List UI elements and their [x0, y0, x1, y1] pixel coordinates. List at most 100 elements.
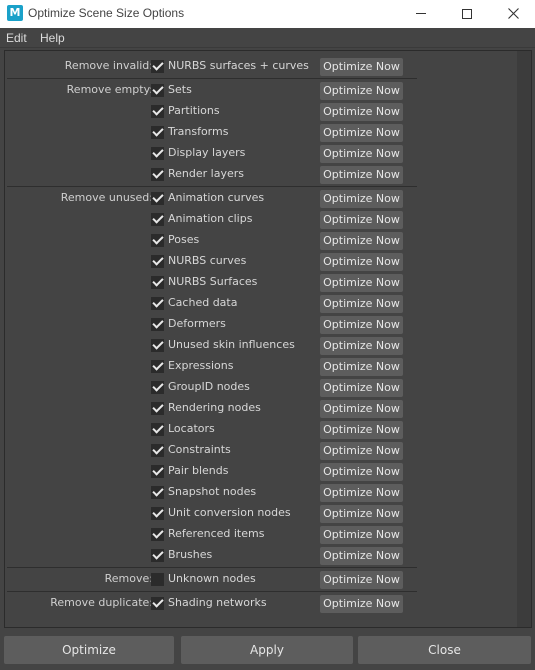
option-label: GroupID nodes [168, 380, 250, 393]
option-label: Partitions [168, 104, 220, 117]
optimize-now-button[interactable]: Optimize Now [320, 358, 403, 376]
maximize-button[interactable] [444, 0, 490, 28]
option-checkbox[interactable] [151, 234, 164, 247]
option-checkbox[interactable] [151, 60, 164, 73]
option-checkbox[interactable] [151, 297, 164, 310]
option-row: Deformers Optimize Now [5, 314, 425, 335]
option-checkbox[interactable] [151, 507, 164, 520]
option-checkbox[interactable] [151, 168, 164, 181]
optimize-now-button[interactable]: Optimize Now [320, 595, 403, 613]
option-checkbox[interactable] [151, 360, 164, 373]
optimize-now-button[interactable]: Optimize Now [320, 421, 403, 439]
option-checkbox[interactable] [151, 444, 164, 457]
optimize-now-button[interactable]: Optimize Now [320, 505, 403, 523]
option-row: NURBS curves Optimize Now [5, 251, 425, 272]
optimize-now-button[interactable]: Optimize Now [320, 571, 403, 589]
option-label: NURBS curves [168, 254, 247, 267]
close-icon [507, 8, 519, 19]
optimize-now-button[interactable]: Optimize Now [320, 274, 403, 292]
optimize-now-button[interactable]: Optimize Now [320, 526, 403, 544]
option-label: Brushes [168, 548, 213, 561]
optimize-now-button[interactable]: Optimize Now [320, 124, 403, 142]
optimize-now-button[interactable]: Optimize Now [320, 547, 403, 565]
optimize-now-button[interactable]: Optimize Now [320, 166, 403, 184]
option-checkbox[interactable] [151, 84, 164, 97]
optimize-now-button[interactable]: Optimize Now [320, 316, 403, 334]
optimize-now-button[interactable]: Optimize Now [320, 463, 403, 481]
close-window-button[interactable] [490, 0, 535, 28]
option-checkbox[interactable] [151, 381, 164, 394]
apply-button[interactable]: Apply [181, 636, 353, 664]
option-label: Animation clips [168, 212, 253, 225]
title-bar: M Optimize Scene Size Options [0, 0, 535, 28]
group-label: Remove invalid: [64, 59, 153, 72]
option-row: Unused skin influences Optimize Now [5, 335, 425, 356]
option-label: Snapshot nodes [168, 485, 257, 498]
option-row: Expressions Optimize Now [5, 356, 425, 377]
optimize-now-button[interactable]: Optimize Now [320, 442, 403, 460]
optimize-now-button[interactable]: Optimize Now [320, 82, 403, 100]
optimize-now-button[interactable]: Optimize Now [320, 232, 403, 250]
optimize-now-button[interactable]: Optimize Now [320, 190, 403, 208]
option-label: Animation curves [168, 191, 265, 204]
optimize-now-button[interactable]: Optimize Now [320, 58, 403, 76]
option-label: Shading networks [168, 596, 267, 609]
option-row: Remove invalid: NURBS surfaces + curves Op… [5, 56, 425, 77]
optimize-now-button[interactable]: Optimize Now [320, 295, 403, 313]
option-label: Referenced items [168, 527, 265, 540]
optimize-now-button[interactable]: Optimize Now [320, 379, 403, 397]
option-row: Snapshot nodes Optimize Now [5, 482, 425, 503]
optimize-now-button[interactable]: Optimize Now [320, 484, 403, 502]
option-checkbox[interactable] [151, 597, 164, 610]
option-checkbox[interactable] [151, 573, 164, 586]
maximize-icon [462, 8, 472, 19]
menu-edit[interactable]: Edit [6, 31, 27, 45]
option-checkbox[interactable] [151, 465, 164, 478]
optimize-now-button[interactable]: Optimize Now [320, 211, 403, 229]
option-checkbox[interactable] [151, 126, 164, 139]
optimize-now-button[interactable]: Optimize Now [320, 253, 403, 271]
option-checkbox[interactable] [151, 402, 164, 415]
option-checkbox[interactable] [151, 105, 164, 118]
optimize-now-button[interactable]: Optimize Now [320, 400, 403, 418]
option-checkbox[interactable] [151, 192, 164, 205]
optimize-now-button[interactable]: Optimize Now [320, 103, 403, 121]
option-row: NURBS Surfaces Optimize Now [5, 272, 425, 293]
group-separator [7, 591, 417, 592]
option-label: Transforms [168, 125, 229, 138]
option-checkbox[interactable] [151, 276, 164, 289]
menu-bar: Edit Help [0, 28, 535, 48]
option-checkbox[interactable] [151, 255, 164, 268]
menu-help[interactable]: Help [40, 31, 65, 45]
option-row: Unit conversion nodes Optimize Now [5, 503, 425, 524]
option-checkbox[interactable] [151, 339, 164, 352]
option-checkbox[interactable] [151, 528, 164, 541]
scrollbar[interactable] [517, 51, 531, 627]
option-checkbox[interactable] [151, 213, 164, 226]
minimize-button[interactable] [398, 0, 444, 28]
group-separator [7, 78, 417, 79]
option-row: Remove: Unknown nodes Optimize Now [5, 569, 425, 590]
option-label: Rendering nodes [168, 401, 261, 414]
option-label: Unit conversion nodes [168, 506, 291, 519]
option-row: Locators Optimize Now [5, 419, 425, 440]
option-label: NURBS surfaces + curves [168, 59, 309, 72]
optimize-now-button[interactable]: Optimize Now [320, 145, 403, 163]
option-row: Remove duplicate: Shading networks Optimiz… [5, 593, 425, 614]
option-label: Cached data [168, 296, 238, 309]
option-checkbox[interactable] [151, 318, 164, 331]
option-label: Deformers [168, 317, 226, 330]
option-checkbox[interactable] [151, 423, 164, 436]
option-label: Unknown nodes [168, 572, 256, 585]
option-label: NURBS Surfaces [168, 275, 258, 288]
option-row: Poses Optimize Now [5, 230, 425, 251]
option-label: Locators [168, 422, 215, 435]
option-checkbox[interactable] [151, 486, 164, 499]
option-checkbox[interactable] [151, 147, 164, 160]
optimize-button[interactable]: Optimize [4, 636, 174, 664]
option-row: Remove unused: Animation curves Optimize N… [5, 188, 425, 209]
close-button[interactable]: Close [358, 636, 531, 664]
option-row: Display layers Optimize Now [5, 143, 425, 164]
optimize-now-button[interactable]: Optimize Now [320, 337, 403, 355]
option-checkbox[interactable] [151, 549, 164, 562]
